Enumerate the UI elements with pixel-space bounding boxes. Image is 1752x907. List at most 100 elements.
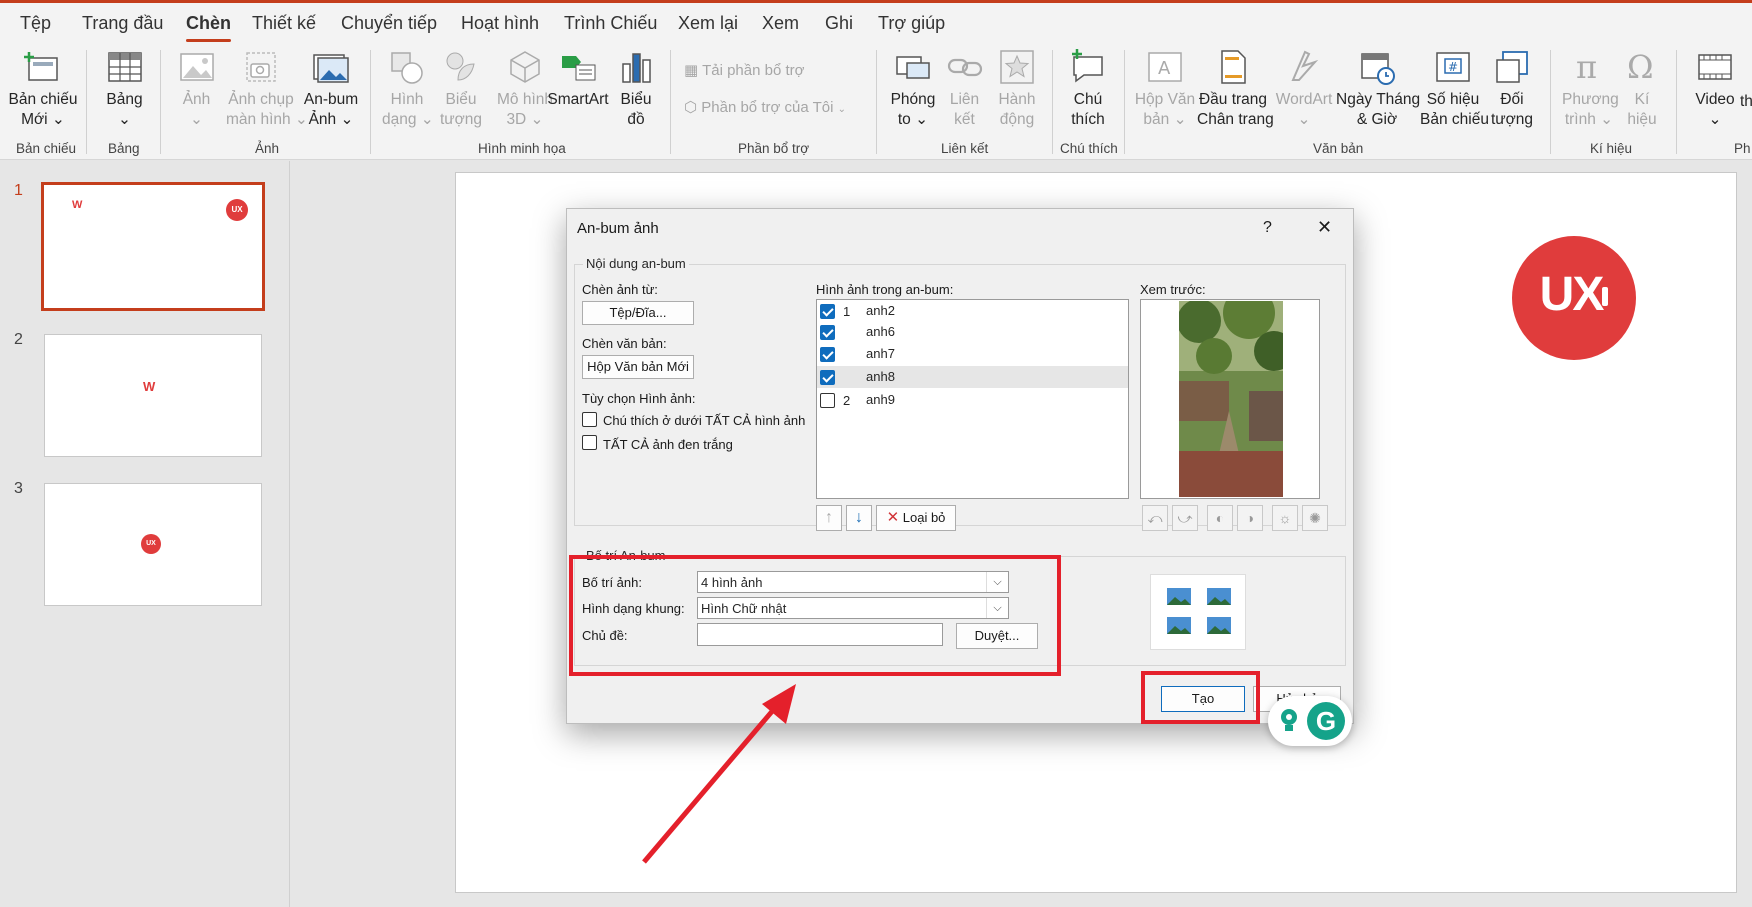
picture-checkbox[interactable] (820, 370, 835, 385)
tab-slideshow[interactable]: Trình Chiếu (564, 13, 657, 34)
close-button[interactable]: ✕ (1317, 217, 1332, 238)
list-item[interactable]: anh8 (817, 366, 1128, 388)
grammarly-widget[interactable]: G (1268, 696, 1352, 746)
contrast-down-icon[interactable]: ◑ (1237, 505, 1263, 531)
video-icon (1698, 54, 1732, 80)
slide-number: 3 (14, 480, 23, 497)
tab-insert[interactable]: Chèn (186, 13, 231, 42)
photo-album-button[interactable]: An-bum Ảnh ⌄ (302, 48, 360, 130)
table-icon (107, 52, 142, 82)
ux-logo: UX (226, 199, 248, 221)
chart-icon (622, 53, 651, 83)
object-button[interactable]: Đối tượng (1490, 48, 1534, 130)
table-button[interactable]: Bảng ⌄ (102, 48, 147, 130)
group-label-tables: Bảng (108, 141, 140, 156)
annotation-arrow (642, 684, 796, 864)
group-label-addins: Phần bổ trợ (738, 141, 810, 156)
tab-review[interactable]: Xem lại (678, 13, 738, 34)
svg-text:#: # (1448, 60, 1458, 74)
brightness-down-icon[interactable]: ✺ (1302, 505, 1328, 531)
four-pictures-preview-icon (1167, 588, 1231, 634)
new-slide-button[interactable]: Bản chiếu Mới ⌄ (8, 48, 78, 130)
tab-home[interactable]: Trang đầu (82, 13, 163, 34)
omega-icon: Ω (1627, 48, 1654, 86)
list-item[interactable]: anh6 (817, 321, 1128, 343)
svg-text:π: π (1576, 48, 1597, 86)
chart-button[interactable]: Biểu đồ (617, 48, 655, 130)
help-button[interactable]: ? (1263, 219, 1272, 237)
move-down-button[interactable]: ↓ (846, 505, 872, 531)
photo-album-icon (313, 54, 349, 83)
contrast-up-icon[interactable]: ◐ (1207, 505, 1233, 531)
tab-record[interactable]: Ghi (825, 13, 853, 34)
black-white-checkbox[interactable] (582, 435, 597, 450)
group-separator (1124, 50, 1125, 154)
tab-transitions[interactable]: Chuyển tiếp (341, 13, 437, 34)
tab-help[interactable]: Trợ giúp (878, 13, 945, 34)
group-label-slides: Bản chiếu (16, 141, 77, 156)
remove-button[interactable]: ✕ Loại bỏ (876, 505, 956, 531)
smartart-button[interactable]: SmartArt (546, 48, 610, 110)
picture-name: anh9 (866, 392, 895, 407)
new-textbox-button[interactable]: Hộp Văn bản Mới (582, 355, 694, 379)
slide-thumbnail-3[interactable]: UX (44, 483, 262, 606)
arrow-down-icon: ↓ (855, 509, 863, 526)
icons-button[interactable]: Biểu tượng (436, 48, 486, 130)
tab-animations[interactable]: Hoạt hình (461, 13, 539, 34)
group-label-symbols: Kí hiệu (1590, 141, 1633, 156)
group-separator (876, 50, 877, 154)
picture-checkbox[interactable] (820, 304, 835, 319)
tab-file[interactable]: Tệp (20, 13, 51, 34)
pictures-list[interactable]: 1 anh2 anh6 anh7 anh8 2 anh9 (816, 299, 1129, 499)
move-up-button[interactable]: ↑ (816, 505, 842, 531)
picture-checkbox[interactable] (820, 347, 835, 362)
textbox-button[interactable]: A Hộp Văn bản ⌄ (1134, 48, 1196, 130)
group-label-text: Văn bản (1313, 141, 1364, 156)
group-separator (370, 50, 371, 154)
wordart-button[interactable]: WordArt ⌄ (1275, 48, 1333, 130)
list-item[interactable]: anh7 (817, 343, 1128, 365)
slide-number-button[interactable]: # Số hiệu Bản chiếu (1420, 48, 1489, 130)
date-time-button[interactable]: Ngày Tháng & Giờ (1336, 48, 1420, 130)
picture-slide-number: 2 (843, 393, 851, 408)
group-label-images: Ảnh (255, 141, 280, 156)
tab-design[interactable]: Thiết kế (252, 13, 316, 34)
get-addins-button[interactable]: ▦ Tải phần bổ trợ (684, 61, 804, 79)
link-button[interactable]: Liên kết (942, 48, 987, 130)
group-separator (670, 50, 671, 154)
comment-button[interactable]: Chú thích (1068, 48, 1108, 130)
list-item[interactable]: 2 anh9 (817, 389, 1128, 411)
rotate-right-icon[interactable]: ⤻ (1172, 505, 1198, 531)
list-item[interactable]: 1 anh2 (817, 300, 1128, 322)
cut-off-label: th (1740, 93, 1752, 110)
equation-button[interactable]: π Phương trình ⌄ (1562, 48, 1619, 130)
image-button[interactable]: Ảnh ⌄ (174, 48, 219, 130)
header-footer-button[interactable]: Đầu trang Chân trang (1197, 48, 1274, 130)
zoom-button[interactable]: Phóng to ⌄ (888, 48, 938, 130)
dialog-title: An-bum ảnh (577, 220, 659, 237)
captions-label: Chú thích ở dưới TẤT CẢ hình ảnh (603, 413, 806, 428)
group-separator (1676, 50, 1677, 154)
screenshot-button[interactable]: Ảnh chụp màn hình ⌄ (226, 48, 308, 130)
file-disk-button[interactable]: Tệp/Đĩa... (582, 301, 694, 325)
smartart-icon (562, 56, 596, 81)
lightbulb-icon (1281, 709, 1297, 731)
my-addins-button[interactable]: ⬡ Phần bổ trợ của Tôi ⌄ (684, 98, 846, 116)
slide-thumbnail-1[interactable]: W UX (41, 182, 265, 311)
cube-icon (510, 51, 540, 83)
ribbon-tab-bar: Tệp Trang đầu Chèn Thiết kế Chuyển tiếp … (0, 0, 1752, 44)
slide-thumbnail-2[interactable]: W (44, 334, 262, 457)
picture-checkbox[interactable] (820, 393, 835, 408)
ux-logo: UX (1512, 236, 1636, 360)
captions-checkbox[interactable] (582, 412, 597, 427)
pi-icon: π (1576, 48, 1597, 86)
picture-slide-number: 1 (843, 304, 851, 319)
action-button[interactable]: Hành động (992, 48, 1042, 130)
brightness-up-icon[interactable]: ☼ (1272, 505, 1298, 531)
video-button[interactable]: Video ⌄ (1690, 48, 1740, 130)
symbol-button[interactable]: Ω Kí hiệu (1622, 48, 1662, 130)
tab-view[interactable]: Xem (762, 13, 799, 34)
rotate-left-icon[interactable]: ⤺ (1142, 505, 1168, 531)
shapes-button[interactable]: Hình dạng ⌄ (382, 48, 434, 130)
picture-checkbox[interactable] (820, 325, 835, 340)
